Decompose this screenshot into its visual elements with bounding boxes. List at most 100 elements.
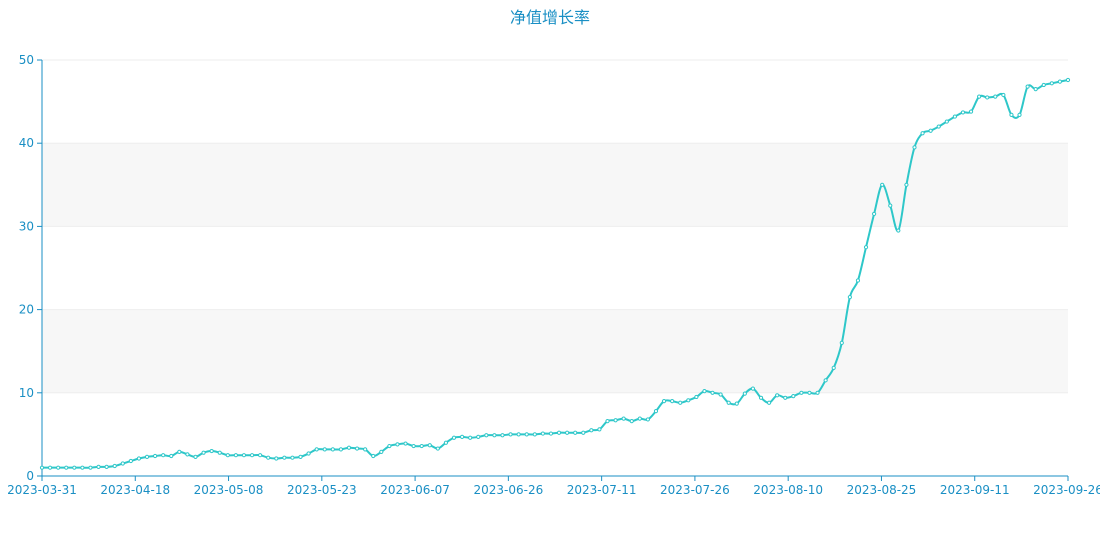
y-tick-label: 40 — [19, 136, 34, 150]
data-point — [209, 448, 214, 454]
data-point — [936, 124, 941, 129]
x-tick-label: 2023-05-08 — [194, 483, 264, 497]
data-point — [645, 417, 651, 422]
data-point — [589, 428, 594, 433]
data-point — [1049, 81, 1054, 86]
data-point — [443, 440, 449, 445]
data-point — [872, 211, 877, 217]
data-point — [395, 442, 400, 447]
data-point — [855, 278, 861, 283]
data-point — [225, 453, 230, 458]
data-point — [791, 394, 796, 399]
data-point — [387, 443, 392, 449]
data-point — [120, 461, 125, 466]
data-point — [920, 131, 925, 136]
data-point — [1041, 82, 1046, 88]
data-point — [249, 453, 255, 458]
data-point — [799, 390, 804, 395]
x-tick-label: 2023-04-18 — [100, 483, 170, 497]
data-point — [775, 393, 780, 398]
data-point — [718, 392, 723, 397]
data-point — [266, 455, 271, 460]
data-point — [597, 427, 602, 432]
data-point — [904, 182, 909, 187]
data-point — [258, 453, 263, 458]
data-point — [1057, 79, 1063, 84]
data-point — [161, 453, 166, 458]
x-tick-label: 2023-06-07 — [380, 483, 450, 497]
data-point — [548, 431, 554, 436]
x-tick-label: 2023-07-26 — [660, 483, 730, 497]
y-tick-label: 50 — [19, 53, 34, 67]
data-point — [613, 418, 618, 423]
data-point — [605, 418, 610, 424]
data-point — [314, 447, 319, 452]
data-point — [47, 465, 53, 470]
data-point — [96, 464, 101, 469]
data-point — [960, 110, 966, 115]
x-tick-label: 2023-07-11 — [567, 483, 637, 497]
data-point — [1033, 87, 1038, 92]
data-point — [863, 245, 869, 250]
data-point — [888, 203, 893, 208]
data-point — [476, 434, 481, 439]
x-tick-label: 2023-08-25 — [847, 483, 917, 497]
data-point — [783, 395, 788, 400]
data-point — [233, 453, 238, 458]
data-point — [217, 450, 222, 455]
data-point — [330, 447, 335, 452]
data-point — [670, 399, 675, 404]
data-point — [726, 400, 731, 405]
data-point — [573, 430, 578, 435]
data-point — [556, 430, 562, 435]
data-point — [847, 295, 852, 300]
data-point — [532, 432, 537, 437]
data-point — [435, 446, 440, 451]
x-tick-label: 2023-06-26 — [473, 483, 543, 497]
grid-band — [42, 143, 1068, 227]
data-point — [403, 441, 408, 446]
data-point — [177, 449, 182, 454]
y-tick-label: 10 — [19, 386, 34, 400]
data-point — [831, 365, 836, 370]
y-tick-label: 0 — [26, 469, 34, 483]
data-point — [104, 464, 109, 469]
data-point — [468, 435, 473, 440]
data-point — [298, 454, 303, 459]
data-point — [758, 395, 764, 400]
data-point — [411, 443, 416, 449]
data-point — [371, 453, 376, 459]
data-point — [952, 114, 957, 119]
data-point — [508, 432, 513, 437]
data-point — [637, 416, 642, 421]
data-point — [944, 119, 949, 124]
x-tick-label: 2023-08-10 — [753, 483, 823, 497]
data-point — [363, 447, 368, 452]
data-point — [56, 465, 61, 470]
data-point — [112, 463, 117, 469]
data-point — [565, 430, 570, 435]
data-point — [912, 145, 917, 150]
data-point — [80, 465, 85, 470]
x-tick-label: 2023-03-31 — [7, 483, 77, 497]
data-point — [928, 128, 933, 133]
data-point — [977, 94, 982, 99]
data-point — [766, 400, 772, 405]
data-point — [169, 453, 174, 459]
data-point — [880, 182, 885, 187]
data-point — [88, 465, 93, 470]
data-point — [823, 378, 828, 383]
data-point — [346, 445, 352, 450]
data-point — [144, 454, 150, 459]
data-point — [661, 399, 667, 404]
data-point — [742, 391, 747, 396]
data-point — [686, 398, 691, 403]
data-point — [734, 401, 739, 406]
data-point — [500, 433, 505, 438]
data-point — [629, 418, 634, 424]
x-tick-label: 2023-09-11 — [940, 483, 1010, 497]
data-point — [540, 431, 545, 436]
data-point — [282, 455, 287, 460]
data-point — [896, 228, 901, 233]
data-point — [839, 340, 844, 345]
